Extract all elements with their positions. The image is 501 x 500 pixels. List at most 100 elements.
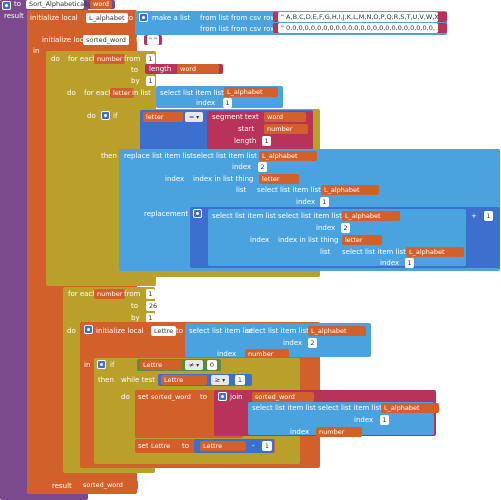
plus-value[interactable]: 1 — [484, 211, 493, 221]
for-each-label: for each — [68, 55, 97, 63]
index-value-2[interactable]: 2 — [258, 162, 267, 172]
index-value-4[interactable]: 2 — [341, 223, 350, 233]
get-letter-2[interactable]: letter — [259, 174, 299, 184]
get-number-1[interactable]: number — [264, 124, 308, 134]
var-lettre[interactable]: Lettre — [151, 326, 177, 336]
loop-var-number[interactable]: number — [94, 54, 126, 64]
if-label-2: if — [110, 361, 115, 369]
get-number-3[interactable]: number — [316, 427, 362, 437]
do-label-1: do — [51, 55, 60, 63]
index-label-8: index — [283, 339, 303, 347]
select-label-2: select list item list — [193, 152, 257, 160]
select-label-10: select list item list — [318, 404, 382, 412]
plus-operator: + — [471, 212, 477, 220]
zero-value[interactable]: 0 — [207, 360, 217, 370]
get-l-alphabet-6[interactable]: L_alphabet — [308, 326, 366, 336]
from-value-2[interactable]: 1 — [146, 289, 155, 299]
segment-label: segment text — [212, 113, 259, 121]
index-label-5: index — [316, 224, 336, 232]
if-mutator-icon-2[interactable] — [97, 360, 106, 369]
init-lettre-mutator-icon[interactable] — [84, 325, 93, 334]
proc-name-field[interactable]: Sort_Alphabetically — [26, 0, 92, 9]
from-label-2: from — [124, 290, 141, 298]
ge-value[interactable]: 1 — [235, 375, 245, 385]
select-label-4: select list item list — [212, 212, 276, 220]
compare-op-1[interactable]: = — [185, 112, 203, 122]
then-label-2: then — [98, 376, 114, 384]
var-sorted-word[interactable]: sorted_word — [83, 35, 129, 45]
init-local-label: initialize local — [30, 14, 78, 22]
index-label-6: index — [250, 236, 270, 244]
in-label: in — [33, 47, 40, 55]
set-to-label-1: to — [200, 393, 208, 401]
get-l-alphabet-7[interactable]: L_alphabet — [381, 403, 439, 413]
get-l-alphabet-3[interactable]: L_alphabet — [321, 185, 379, 195]
select-label-9: select list item list — [252, 404, 316, 412]
get-word-1[interactable]: word — [177, 64, 219, 74]
index-label-7: index — [380, 259, 400, 267]
index-label-1: index — [196, 99, 216, 107]
index-label-10: index — [354, 416, 374, 424]
minus-value[interactable]: 1 — [262, 441, 272, 451]
get-letter-1[interactable]: letter — [143, 112, 183, 122]
csv-letters[interactable]: " A,B,C,D,E,F,G,H,I,J,K,L,M,N,O,P,Q,R,S,… — [278, 12, 438, 22]
index-value-5[interactable]: 1 — [405, 258, 414, 268]
get-l-alphabet-4[interactable]: L_alphabet — [342, 211, 400, 221]
by-value[interactable]: 1 — [146, 76, 155, 86]
var-l-alphabet[interactable]: L_alphabet — [86, 13, 128, 23]
join-mutator-icon[interactable] — [218, 392, 227, 401]
in-list-label: in list — [132, 89, 151, 97]
index-label-11: index — [290, 428, 310, 436]
for-each-letter-label: for each — [84, 89, 113, 97]
do-label-2: do — [67, 89, 76, 97]
procedure-mutator-icon[interactable] — [2, 1, 11, 10]
select-label-3: select list item list — [257, 186, 321, 194]
get-l-alphabet-2[interactable]: L_alphabet — [259, 151, 317, 161]
set-to-label-2: to — [182, 442, 190, 450]
compare-op-neq[interactable]: ≠ — [185, 360, 203, 370]
by-label: by — [131, 77, 140, 85]
get-sorted-word-1[interactable]: sorted_word — [252, 392, 314, 402]
set-var-sorted-word[interactable]: sorted_word — [148, 392, 196, 402]
do-label-5: do — [121, 393, 130, 401]
math-mutator-icon[interactable] — [193, 209, 202, 218]
length-value[interactable]: 1 — [262, 136, 271, 146]
while-label: while test — [121, 376, 156, 384]
get-l-alphabet-1[interactable]: L_alphabet — [224, 87, 278, 97]
get-lettre-3[interactable]: Lettre — [200, 441, 246, 451]
empty-text[interactable]: " " — [147, 35, 159, 45]
get-lettre-2[interactable]: Lettre — [161, 375, 207, 385]
replace-label: replace list item list — [124, 152, 193, 160]
join-label: join — [230, 393, 243, 401]
set-var-lettre[interactable]: Lettre — [148, 441, 178, 451]
index-value-6[interactable]: 2 — [308, 338, 317, 348]
index-in-list-label-1: index in list thing — [193, 175, 254, 183]
get-l-alphabet-5[interactable]: L_alphabet — [406, 247, 464, 257]
index-label-2: index — [232, 163, 252, 171]
get-lettre-1[interactable]: Lettre — [140, 360, 182, 370]
loop-var-number-2[interactable]: number — [94, 289, 126, 299]
init-lettre-label: initialize local — [96, 327, 144, 335]
proc-param[interactable]: word — [90, 0, 112, 9]
index-value-3[interactable]: 1 — [320, 197, 329, 207]
from-value[interactable]: 1 — [146, 54, 155, 64]
to-value-26[interactable]: 26 — [146, 301, 160, 311]
make-list-mutator-icon[interactable] — [139, 13, 148, 22]
index-value-7[interactable]: 1 — [380, 415, 389, 425]
compare-op-ge[interactable]: ≥ — [211, 375, 229, 385]
get-sorted-word-result[interactable]: sorted_word — [80, 480, 138, 490]
get-letter-3[interactable]: letter — [342, 235, 382, 245]
loop-var-letter[interactable]: letter — [110, 88, 134, 98]
make-list-label: make a list — [152, 14, 191, 22]
index-value-1[interactable]: 1 — [223, 98, 232, 108]
index-in-list-label-2: index in list thing — [278, 236, 339, 244]
proc-to-label: to — [14, 0, 22, 8]
select-label-1: select list item list — [160, 89, 224, 97]
init-to-label: to — [126, 14, 134, 22]
csv-zeros[interactable]: " 0,0,0,0,0,0,0,0,0,0,0,0,0,0,0,0,0,0,0,… — [278, 23, 438, 33]
init-lettre-to: to — [176, 327, 184, 335]
if-mutator-icon-1[interactable] — [101, 111, 110, 120]
for-each-label-3: for each — [68, 290, 97, 298]
minus-operator: - — [252, 442, 255, 450]
get-word-2[interactable]: word — [264, 112, 306, 122]
